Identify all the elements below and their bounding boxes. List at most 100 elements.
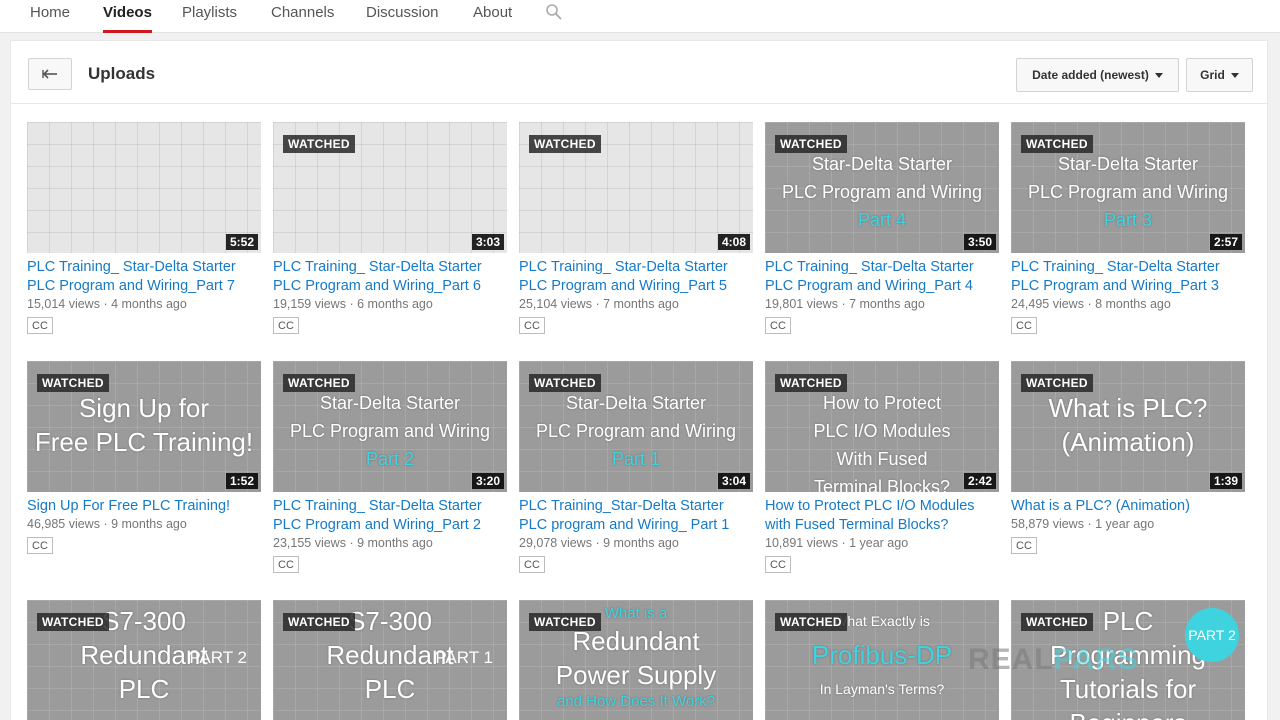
video-card[interactable]: 5:52 PLC Training_ Star-Delta Starter PLC… [27, 122, 261, 342]
video-thumbnail[interactable]: Star-Delta Starter PLC Program and Wiring… [273, 361, 507, 492]
part-badge: PART 1 [435, 648, 493, 667]
video-title-link[interactable]: What is a PLC? (Animation) [1011, 497, 1245, 516]
cc-badge: CC [765, 556, 791, 573]
watched-badge: WATCHED [1021, 613, 1093, 631]
video-thumbnail[interactable]: Star-Delta Starter PLC Program and Wiring… [1011, 122, 1245, 253]
view-count: 58,879 views [1011, 517, 1084, 531]
video-title-link[interactable]: PLC Training_ Star-Delta Starter PLC Pro… [1011, 258, 1245, 296]
view-count: 23,155 views [273, 536, 346, 550]
video-card[interactable]: What is PLC? (Animation) WATCHED 1:39 What i… [1011, 361, 1245, 581]
tab-videos[interactable]: Videos [103, 4, 152, 33]
thumbnail-caption-line: Part 4 [857, 210, 907, 230]
video-thumbnail[interactable]: What is a Redundant Power Supply and How Do… [519, 600, 753, 720]
video-title-link[interactable]: PLC Training_Star-Delta Starter PLC prog… [519, 497, 753, 535]
video-title-link[interactable]: How to Protect PLC I/O Modules with Fuse… [765, 497, 999, 535]
view-count: 15,014 views [27, 297, 100, 311]
thumbnail-caption-line: Part 2 [365, 449, 415, 469]
duration-badge: 1:39 [1209, 473, 1242, 489]
video-thumbnail[interactable]: Star-Delta Starter PLC Program and Wiring… [765, 122, 999, 253]
channel-nav: Home Videos Playlists Channels Discussio… [0, 0, 1280, 33]
video-card[interactable]: WATCHED 4:08 PLC Training_ Star-Delta Star… [519, 122, 753, 342]
video-thumbnail[interactable]: What Exactly is Profibus-DP In Layman's Te… [765, 600, 999, 720]
meta-separator: · [837, 297, 850, 311]
watched-badge: WATCHED [283, 613, 355, 631]
video-card[interactable]: S7-300 Redundant PLC PART 1 WATCHED [273, 600, 507, 720]
thumbnail-caption-line: PLC [364, 674, 416, 704]
tab-channels[interactable]: Channels [271, 4, 334, 33]
duration-badge: 5:52 [225, 234, 258, 250]
watched-badge: WATCHED [1021, 135, 1093, 153]
thumbnail-caption-line: Star-Delta Starter [1057, 154, 1199, 174]
video-title-link[interactable]: PLC Training_ Star-Delta Starter PLC Pro… [519, 258, 753, 296]
duration-badge: 1:52 [225, 473, 258, 489]
video-card[interactable]: Star-Delta Starter PLC Program and Wiring… [519, 361, 753, 581]
thumbnail-caption-line: Star-Delta Starter [811, 154, 953, 174]
video-card[interactable]: WATCHED 3:03 PLC Training_ Star-Delta Star… [273, 122, 507, 342]
view-count: 24,495 views [1011, 297, 1084, 311]
cc-badge: CC [1011, 317, 1037, 334]
thumbnail-caption-line: What is PLC? [1048, 393, 1208, 423]
video-card[interactable]: Star-Delta Starter PLC Program and Wiring… [765, 122, 999, 342]
tab-about[interactable]: About [473, 4, 512, 33]
thumbnail-caption-line: In Layman's Terms? [819, 681, 945, 697]
video-thumbnail[interactable]: Star-Delta Starter PLC Program and Wiring… [519, 361, 753, 492]
page-title: Uploads [88, 64, 156, 83]
video-thumbnail[interactable]: What is PLC? (Animation) WATCHED 1:39 [1011, 361, 1245, 492]
video-card[interactable]: S7-300 Redundant PLC PART 2 WATCHED [27, 600, 261, 720]
sort-dropdown[interactable]: Date added (newest) [1016, 58, 1179, 92]
video-title-link[interactable]: PLC Training_ Star-Delta Starter PLC Pro… [273, 497, 507, 535]
duration-badge: 2:57 [1209, 234, 1242, 250]
view-count: 19,159 views [273, 297, 346, 311]
tab-discussion[interactable]: Discussion [366, 4, 439, 33]
video-card[interactable]: How to Protect PLC I/O Modules With Fused T… [765, 361, 999, 581]
video-card[interactable]: Star-Delta Starter PLC Program and Wiring… [273, 361, 507, 581]
view-dropdown[interactable]: Grid [1186, 58, 1253, 92]
video-title-link[interactable]: PLC Training_ Star-Delta Starter PLC Pro… [273, 258, 507, 296]
thumbnail-caption-line: PLC Program and Wiring [781, 182, 983, 202]
thumbnail-caption-line: and How Does It Work? [556, 693, 716, 710]
video-thumbnail[interactable]: WATCHED 3:03 [273, 122, 507, 253]
cc-badge: CC [519, 317, 545, 334]
tab-home[interactable]: Home [30, 4, 70, 33]
back-button[interactable] [28, 58, 72, 90]
thumbnail-caption-line: With Fused [836, 449, 928, 469]
video-thumbnail[interactable]: Sign Up for Free PLC Training! WATCHED 1:52 [27, 361, 261, 492]
video-thumbnail[interactable]: S7-300 Redundant PLC PART 1 WATCHED [273, 600, 507, 720]
video-title-link[interactable]: Sign Up For Free PLC Training! [27, 497, 261, 516]
chevron-down-icon [1154, 72, 1163, 78]
video-thumbnail[interactable]: How to Protect PLC I/O Modules With Fused T… [765, 361, 999, 492]
thumbnail-caption: What is PLC? (Animation) [1011, 391, 1245, 459]
duration-badge: 3:03 [471, 234, 504, 250]
meta-separator: · [837, 536, 850, 550]
watermark-right: PARS [1053, 643, 1139, 676]
upload-age: 6 months ago [357, 297, 433, 311]
video-card[interactable]: Sign Up for Free PLC Training! WATCHED 1:52… [27, 361, 261, 581]
video-thumbnail[interactable]: 5:52 [27, 122, 261, 253]
thumbnail-caption: Star-Delta Starter PLC Program and Wiring… [1011, 150, 1245, 234]
view-label: Grid [1200, 68, 1225, 82]
part-badge: PART 2 [189, 648, 247, 667]
video-title-link[interactable]: PLC Training_ Star-Delta Starter PLC Pro… [27, 258, 261, 296]
watched-badge: WATCHED [775, 135, 847, 153]
search-icon[interactable] [545, 3, 563, 21]
meta-separator: · [591, 536, 604, 550]
thumbnail-caption-line: Part 3 [1103, 210, 1153, 230]
tab-playlists[interactable]: Playlists [182, 4, 237, 33]
upload-age: 9 months ago [111, 517, 187, 531]
video-thumbnail[interactable]: S7-300 Redundant PLC PART 2 WATCHED [27, 600, 261, 720]
video-meta: 46,985 views · 9 months ago [27, 517, 187, 531]
meta-separator: · [345, 297, 358, 311]
meta-separator: · [1083, 297, 1096, 311]
watched-badge: WATCHED [529, 613, 601, 631]
video-title-link[interactable]: PLC Training_ Star-Delta Starter PLC Pro… [765, 258, 999, 296]
video-meta: 15,014 views · 4 months ago [27, 297, 187, 311]
video-meta: 10,891 views · 1 year ago [765, 536, 908, 550]
meta-separator: · [345, 536, 358, 550]
video-card[interactable]: What is a Redundant Power Supply and How Do… [519, 600, 753, 720]
video-card[interactable]: Star-Delta Starter PLC Program and Wiring… [1011, 122, 1245, 342]
video-thumbnail[interactable]: WATCHED 4:08 [519, 122, 753, 253]
thumbnail-caption-line: PLC I/O Modules [813, 421, 951, 441]
video-card[interactable]: What Exactly is Profibus-DP In Layman's Te… [765, 600, 999, 720]
video-meta: 58,879 views · 1 year ago [1011, 517, 1154, 531]
cc-badge: CC [27, 317, 53, 334]
